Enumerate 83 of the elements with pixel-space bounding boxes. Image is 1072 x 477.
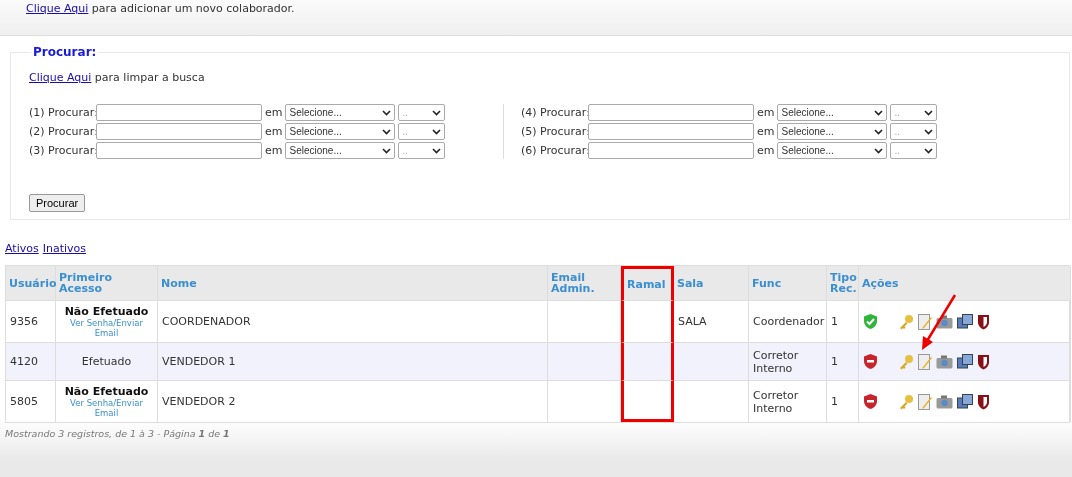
edit-icon[interactable] (918, 313, 932, 330)
table-cell: VENDEDOR 2 (158, 380, 548, 422)
shield-minus-icon[interactable] (863, 393, 878, 410)
status-text: Efetuado (81, 355, 132, 368)
table-cell-text: 1 (831, 395, 839, 408)
field-dropdown[interactable]: Selecione... (285, 123, 396, 140)
shield-check-icon[interactable] (863, 313, 878, 330)
joiner-text: em (757, 125, 775, 138)
caret-icon (874, 128, 884, 135)
field-dropdown[interactable]: Selecione... (777, 104, 888, 121)
caret-icon (432, 109, 442, 116)
column-header: Primeiro Acesso (56, 266, 158, 300)
search-input[interactable] (96, 142, 262, 159)
column-header: Usuário (6, 266, 56, 300)
notice-text: para adicionar um novo colaborador. (91, 2, 295, 15)
caret-icon (382, 147, 392, 154)
camera-icon[interactable] (936, 394, 953, 409)
shield-minus-icon[interactable] (863, 353, 878, 370)
table-cell: 4120 (6, 342, 56, 380)
table-cell: COORDENADOR (158, 300, 548, 342)
table-cell: VENDEDOR 1 (158, 342, 548, 380)
table-cell: 5805 (6, 380, 56, 422)
shield-icon[interactable] (977, 353, 990, 370)
column-header: Func (749, 266, 827, 300)
joiner-text: em (757, 106, 775, 119)
search-legend: Procurar: (31, 45, 99, 59)
table-cell-text: 1 (831, 355, 839, 368)
joiner-text: em (265, 125, 283, 138)
column-header: Nome (158, 266, 548, 300)
camera-icon[interactable] (936, 354, 953, 369)
status-text: Não Efetuado (64, 384, 149, 398)
column-header: Tipo Rec. (827, 266, 859, 300)
column-header: Ações (859, 266, 1071, 300)
status-text: Não Efetuado (64, 304, 149, 318)
search-button[interactable]: Procurar (29, 194, 86, 212)
table-cell: 9356 (6, 300, 56, 342)
edit-icon[interactable] (918, 393, 932, 410)
key-icon[interactable] (898, 353, 914, 370)
table-cell-text: Corretor Interno (753, 348, 800, 375)
search-input[interactable] (588, 123, 754, 140)
caret-icon (382, 128, 392, 135)
filter-link[interactable]: Inativos (42, 242, 86, 255)
search-input[interactable] (96, 123, 262, 140)
shield-icon[interactable] (977, 313, 990, 330)
field-dropdown[interactable]: Selecione... (285, 104, 396, 121)
key-icon[interactable] (898, 393, 914, 410)
column-header: Email Admin. (548, 266, 621, 300)
caret-icon (924, 109, 934, 116)
field-dropdown[interactable]: Selecione... (777, 123, 888, 140)
caret-icon (432, 147, 442, 154)
joiner-text: em (265, 106, 283, 119)
table-cell-text: Corretor Interno (753, 388, 800, 415)
search-input[interactable] (96, 104, 262, 121)
table-cell-text: SALA (678, 315, 708, 328)
camera-icon[interactable] (936, 314, 953, 329)
caret-icon (924, 147, 934, 154)
caret-icon (874, 147, 884, 154)
joiner-text: em (757, 144, 775, 157)
windows-icon[interactable] (957, 314, 973, 329)
clear-text: para limpar a busca (94, 71, 205, 84)
table-cell-text: 1 (831, 315, 839, 328)
caret-icon (382, 109, 392, 116)
edit-icon[interactable] (918, 353, 932, 370)
password-link[interactable]: Ver Senha/Enviar Email (60, 397, 153, 419)
key-icon[interactable] (898, 313, 914, 330)
search-input[interactable] (588, 104, 754, 121)
field-dropdown[interactable]: Selecione... (777, 142, 888, 159)
caret-icon (924, 128, 934, 135)
caret-icon (432, 128, 442, 135)
shield-icon[interactable] (977, 393, 990, 410)
column-header: Sala (674, 266, 749, 300)
clear-link[interactable]: Clique Aqui (29, 71, 92, 84)
filter-link[interactable]: Ativos (5, 242, 39, 255)
column-header: Ramal (621, 266, 674, 300)
caret-icon (874, 109, 884, 116)
field-dropdown[interactable]: Selecione... (285, 142, 396, 159)
search-input[interactable] (588, 142, 754, 159)
add-link[interactable]: Clique Aqui (26, 2, 89, 15)
joiner-text: em (265, 144, 283, 157)
windows-icon[interactable] (957, 394, 973, 409)
windows-icon[interactable] (957, 354, 973, 369)
password-link[interactable]: Ver Senha/Enviar Email (60, 317, 153, 339)
pagination-text: Mostrando 3 registros, de 1 à 3 - Página 1 de 1 (5, 428, 231, 439)
